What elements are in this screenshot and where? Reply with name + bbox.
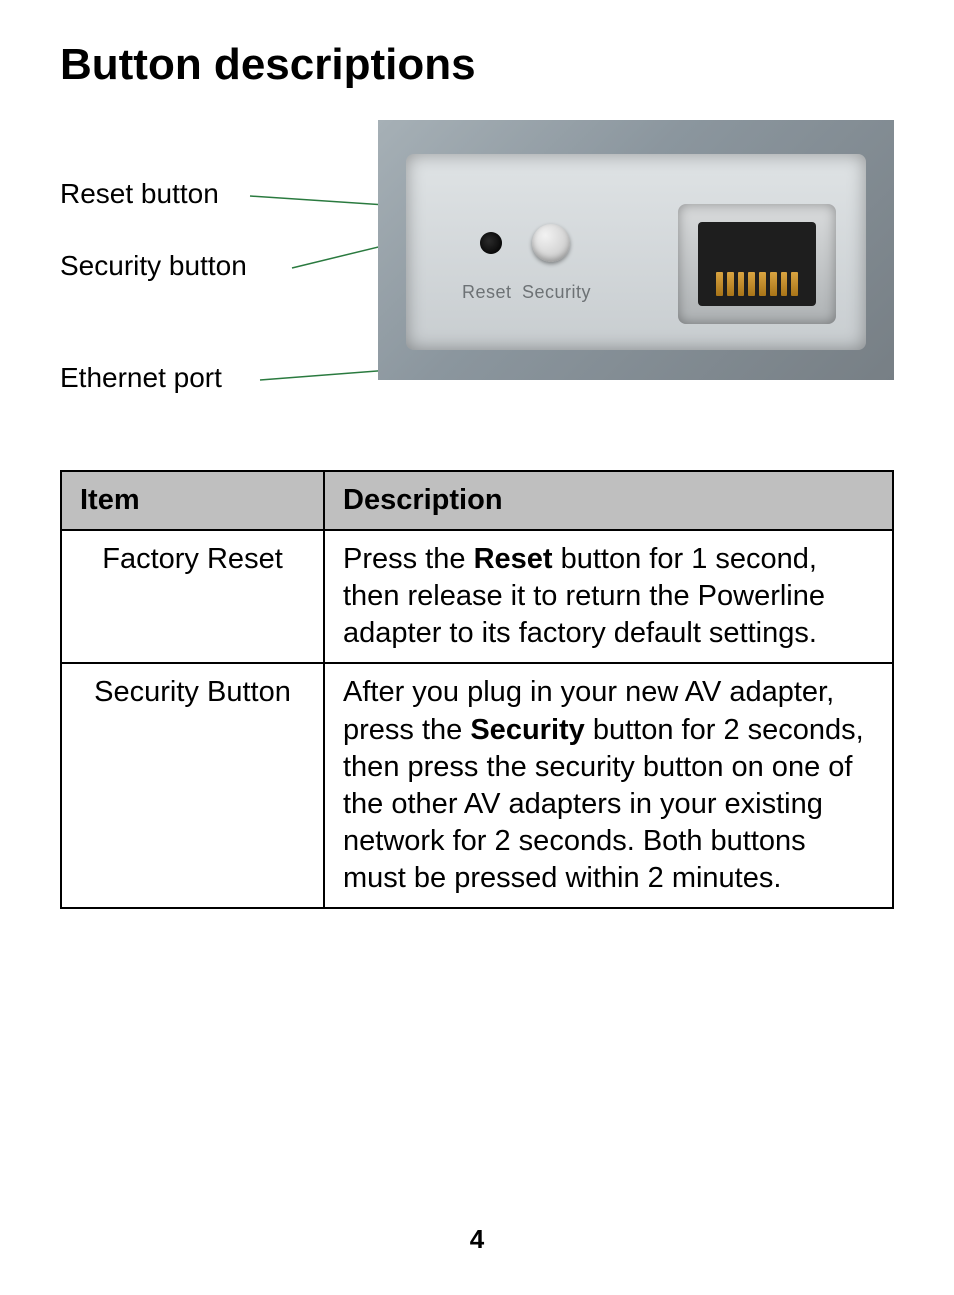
ethernet-port-icon bbox=[678, 204, 836, 324]
security-button-icon bbox=[532, 224, 570, 262]
photo-label-security: Security bbox=[522, 282, 591, 303]
table-cell-item: Factory Reset bbox=[61, 530, 324, 663]
button-diagram: Reset button Security button Ethernet po… bbox=[60, 120, 894, 400]
table-header-description: Description bbox=[324, 471, 893, 530]
text: Press the bbox=[343, 543, 474, 575]
description-table: Item Description Factory Reset Press the… bbox=[60, 470, 894, 909]
photo-label-reset: Reset bbox=[462, 282, 512, 303]
table-cell-description: Press the Reset button for 1 second, the… bbox=[324, 530, 893, 663]
reset-button-icon bbox=[480, 232, 502, 254]
callout-reset: Reset button bbox=[60, 178, 219, 210]
page-number: 4 bbox=[0, 1224, 954, 1255]
device-photo: Reset Security bbox=[378, 120, 894, 380]
text-bold: Security bbox=[470, 714, 584, 746]
table-row: Factory Reset Press the Reset button for… bbox=[61, 530, 893, 663]
table-cell-description: After you plug in your new AV adapter, p… bbox=[324, 663, 893, 908]
callout-ethernet: Ethernet port bbox=[60, 362, 222, 394]
text-bold: Reset bbox=[474, 543, 553, 575]
table-row: Security Button After you plug in your n… bbox=[61, 663, 893, 908]
table-cell-item: Security Button bbox=[61, 663, 324, 908]
callout-security: Security button bbox=[60, 250, 247, 282]
page-title: Button descriptions bbox=[60, 40, 894, 90]
table-header-item: Item bbox=[61, 471, 324, 530]
